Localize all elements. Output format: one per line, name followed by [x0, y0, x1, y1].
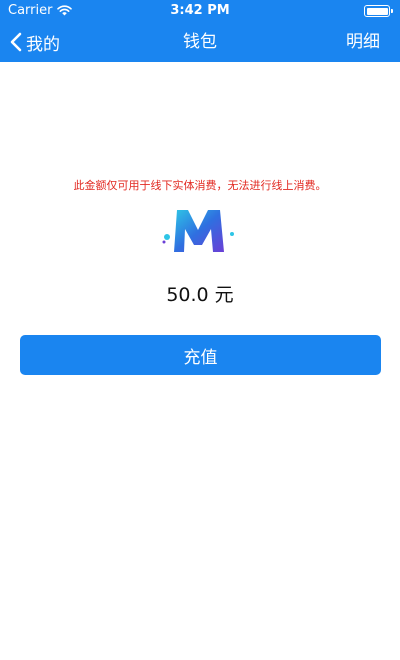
nav-bar: 我的 钱包 明细	[0, 22, 400, 62]
header: Carrier 3:42 PM 我的 钱包 明细	[0, 0, 400, 62]
detail-button[interactable]: 明细	[346, 22, 380, 62]
status-time: 3:42 PM	[170, 3, 230, 18]
recharge-button[interactable]: 充值	[20, 335, 381, 375]
usage-notice: 此金额仅可用于线下实体消费，无法进行线上消费。	[73, 179, 327, 192]
m-logo-icon	[162, 210, 234, 252]
status-bar: Carrier 3:42 PM	[0, 0, 400, 22]
battery-icon	[364, 5, 393, 17]
balance-amount: 50.0 元	[166, 284, 234, 306]
page-title: 钱包	[183, 32, 217, 52]
